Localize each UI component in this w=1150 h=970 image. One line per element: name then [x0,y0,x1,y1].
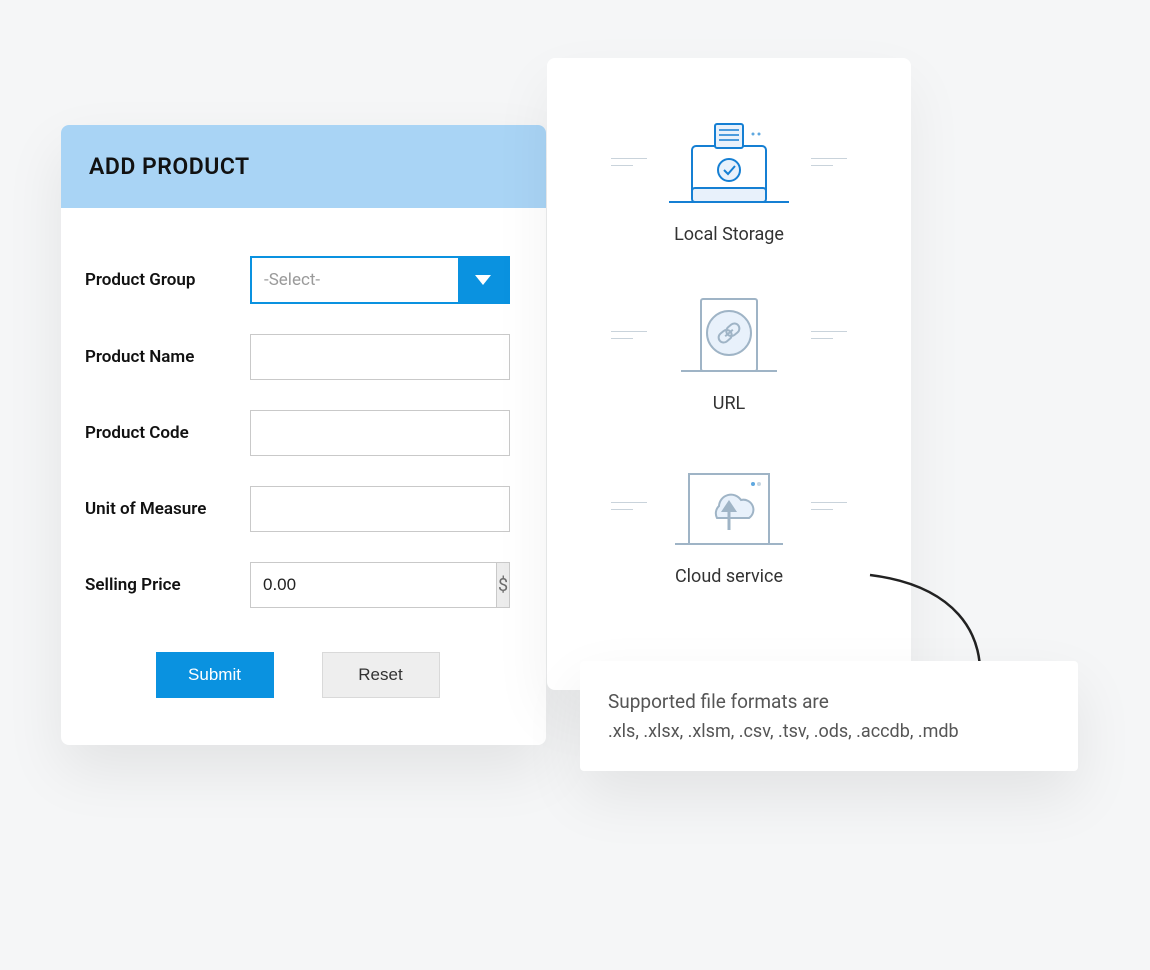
label-selling-price: Selling Price [85,575,250,595]
product-code-input[interactable] [250,410,510,456]
form-body: Product Group -Select- Product Name [61,208,546,728]
chevron-down-icon [475,275,491,285]
divider-lines-icon [811,331,847,339]
row-product-code: Product Code [85,410,510,456]
divider-lines-icon [811,158,847,166]
product-name-input[interactable] [250,334,510,380]
form-header: ADD PRODUCT [61,125,546,208]
source-cloud-label: Cloud service [675,566,783,587]
row-unit-of-measure: Unit of Measure [85,486,510,532]
source-cloud-service[interactable]: Cloud service [611,464,847,587]
divider-lines-icon [811,502,847,510]
selling-price-input[interactable] [251,563,496,607]
label-product-name: Product Name [85,347,250,367]
import-sources-card: Local Storage URL [547,58,911,690]
divider-lines-icon [611,502,647,510]
currency-indicator: $ [496,563,509,607]
source-url-label: URL [713,393,745,414]
label-product-code: Product Code [85,423,250,443]
submit-button[interactable]: Submit [156,652,274,698]
row-product-name: Product Name [85,334,510,380]
cloud-upload-icon [669,464,789,548]
row-product-group: Product Group -Select- [85,256,510,304]
source-local-label: Local Storage [674,224,784,245]
product-group-selected-value: -Select- [252,258,458,302]
supported-formats-list: .xls, .xlsx, .xlsm, .csv, .tsv, .ods, .a… [608,721,1050,742]
source-url[interactable]: URL [611,295,847,414]
add-product-card: ADD PRODUCT Product Group -Select- [61,125,546,745]
product-group-dropdown-button[interactable] [458,258,508,302]
local-storage-icon [669,118,789,206]
supported-formats-card: Supported file formats are .xls, .xlsx, … [580,661,1078,771]
url-icon [669,295,789,375]
supported-formats-heading: Supported file formats are [608,690,1050,713]
product-group-select[interactable]: -Select- [250,256,510,304]
reset-button[interactable]: Reset [322,652,440,698]
divider-lines-icon [611,331,647,339]
form-title: ADD PRODUCT [89,153,518,180]
unit-of-measure-input[interactable] [250,486,510,532]
label-product-group: Product Group [85,270,250,290]
source-local-storage[interactable]: Local Storage [611,118,847,245]
selling-price-field: $ [250,562,510,608]
form-buttons: Submit Reset [85,652,510,698]
row-selling-price: Selling Price $ [85,562,510,608]
divider-lines-icon [611,158,647,166]
label-unit-of-measure: Unit of Measure [85,499,250,519]
